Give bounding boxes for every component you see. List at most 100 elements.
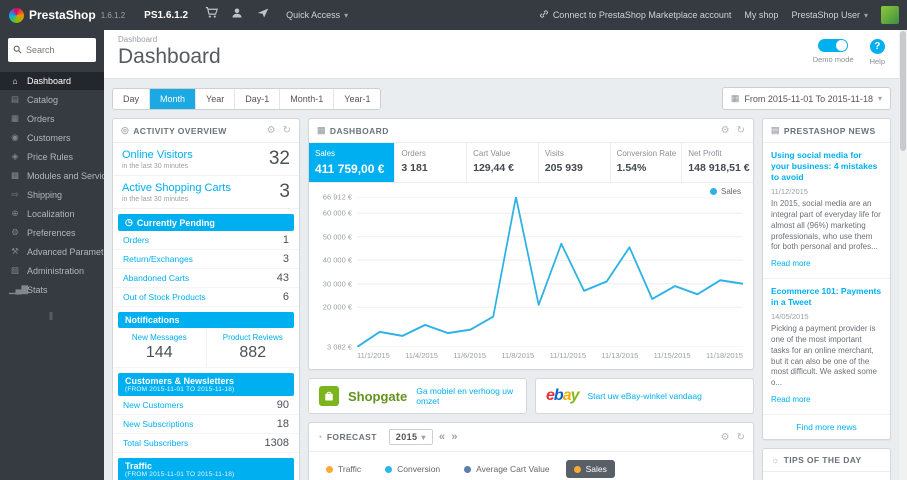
x-tick-label: 11/11/2015 — [549, 351, 586, 360]
logo-text: PrestaShop — [29, 8, 96, 22]
sidebar-item-administration[interactable]: ▨ Administration — [0, 261, 104, 280]
sidebar-item-label: Catalog — [27, 94, 59, 105]
sidebar-item-modules[interactable]: ▩ Modules and Services — [0, 166, 104, 185]
row-link[interactable]: Abandoned Carts — [123, 273, 189, 283]
cart-notifications-button[interactable] — [198, 0, 224, 30]
sidebar-item-dashboard[interactable]: ⌂ Dashboard — [0, 72, 104, 90]
forecast-panel-title-row: ◔ Forecast 2015 ▾ « » — [317, 429, 721, 445]
user-menu[interactable]: PrestaShop User ▾ — [791, 10, 868, 20]
previous-year-button[interactable]: « — [439, 431, 446, 443]
active-carts-sub: in the last 30 minutes — [122, 196, 189, 203]
quick-access-menu[interactable]: Quick Access ▾ — [276, 10, 358, 20]
next-year-button[interactable]: » — [451, 431, 458, 443]
person-icon — [231, 6, 243, 24]
read-more-link[interactable]: Read more — [771, 395, 811, 404]
filter-month-button[interactable]: Month — [150, 88, 197, 109]
message-notifications-button[interactable] — [250, 0, 276, 30]
ebay-link[interactable]: Start uw eBay-winkel vandaag — [588, 391, 702, 401]
product-reviews-link[interactable]: Product Reviews — [211, 333, 296, 342]
truck-icon: ⇨ — [11, 189, 19, 199]
sidebar-item-localization[interactable]: ⊕ Localization — [0, 204, 104, 223]
refresh-icon[interactable]: ↻ — [737, 432, 745, 443]
demo-mode-control: Demo mode — [813, 39, 854, 66]
scrollbar-thumb[interactable] — [900, 31, 906, 151]
panel-title: PrestaShop News — [783, 125, 876, 136]
kpi-value: 148 918,51 € — [688, 162, 750, 174]
kpi-sales[interactable]: Sales 411 759,00 € — [309, 143, 396, 182]
user-avatar[interactable] — [881, 6, 899, 24]
kpi-cart-value[interactable]: Cart Value 129,44 € — [467, 143, 539, 182]
row-link[interactable]: Return/Exchanges — [123, 254, 193, 264]
refresh-icon[interactable]: ↻ — [283, 125, 291, 136]
x-tick-label: 11/6/2015 — [453, 351, 487, 360]
kpi-orders[interactable]: Orders 3 181 — [395, 143, 468, 182]
time-filter-row: Day Month Year Day-1 Month-1 Year-1 ▦ Fr… — [104, 79, 899, 114]
forecast-chip-sales[interactable]: Sales — [565, 460, 615, 478]
kpi-visits[interactable]: Visits 205 939 — [539, 143, 611, 182]
gear-icon[interactable]: ⚙ — [267, 125, 276, 136]
help-icon[interactable]: ? — [869, 39, 885, 54]
help-label: Help — [869, 57, 885, 66]
prestashop-news-panel: ▤ PrestaShop News Using social media for… — [762, 118, 891, 440]
date-range-button[interactable]: ▦ From 2015-11-01 To 2015-11-18 ▾ — [721, 87, 891, 110]
article-title-link[interactable]: Ecommerce 101: Payments in a Tweet — [771, 286, 882, 308]
kpi-label: Orders — [401, 149, 426, 158]
row-link[interactable]: New Customers — [123, 400, 183, 410]
online-visitors-link[interactable]: Online Visitors — [122, 149, 193, 161]
customer-notifications-button[interactable] — [224, 0, 250, 30]
kpi-net-profit[interactable]: Net Profit 148 918,51 € — [682, 143, 753, 182]
kpi-conversion-rate[interactable]: Conversion Rate 1.54% — [611, 143, 683, 182]
customers-row-total-subscribers: Total Subscribers 1308 — [113, 434, 299, 453]
gear-icon[interactable]: ⚙ — [721, 125, 730, 136]
sidebar-item-orders[interactable]: ▦ Orders — [0, 109, 104, 128]
panel-title: Activity overview — [133, 125, 227, 136]
row-link[interactable]: Total Subscribers — [123, 438, 188, 448]
subhead-label: Currently Pending — [136, 217, 215, 228]
sidebar-item-label: Preferences — [27, 227, 76, 238]
shopgate-link[interactable]: Ga mobiel en verhoog uw omzet — [416, 386, 516, 406]
forecast-chip-conversion[interactable]: Conversion — [377, 460, 448, 478]
filter-month-1-button[interactable]: Month-1 — [280, 88, 335, 109]
gear-icon[interactable]: ⚙ — [721, 432, 730, 443]
quick-access-label: Quick Access — [286, 10, 341, 20]
article-title-link[interactable]: Using social media for your business: 4 … — [771, 150, 882, 183]
forecast-chip-average-cart-value[interactable]: Average Cart Value — [456, 460, 557, 478]
filter-year-1-button[interactable]: Year-1 — [334, 88, 381, 109]
newspaper-icon: ▤ — [771, 125, 780, 135]
forecast-chip-traffic[interactable]: Traffic — [318, 460, 369, 478]
filter-year-button[interactable]: Year — [196, 88, 236, 109]
row-link[interactable]: Orders — [123, 235, 149, 245]
kpi-value: 1.54% — [616, 162, 647, 174]
sidebar-item-stats[interactable]: ▁▄▇ Stats — [0, 280, 104, 299]
sidebar-collapse-button[interactable]: ‖ — [0, 299, 104, 335]
sidebar-item-catalog[interactable]: ▤ Catalog — [0, 90, 104, 109]
catalog-icon: ▤ — [10, 94, 20, 104]
demo-mode-toggle[interactable] — [818, 39, 849, 52]
read-more-link[interactable]: Read more — [771, 259, 811, 268]
admin-icon: ▨ — [10, 265, 20, 275]
year-select[interactable]: 2015 ▾ — [388, 429, 433, 445]
sidebar-item-customers[interactable]: ◉ Customers — [0, 128, 104, 147]
demo-mode-label: Demo mode — [812, 55, 854, 64]
sidebar-item-preferences[interactable]: ⚙ Preferences — [0, 223, 104, 242]
my-shop-link[interactable]: My shop — [744, 10, 778, 20]
sales-line-chart — [357, 197, 743, 347]
filter-day-1-button[interactable]: Day-1 — [235, 88, 281, 109]
filter-day-button[interactable]: Day — [113, 88, 151, 109]
ebay-letter: a — [562, 387, 572, 404]
new-messages-link[interactable]: New Messages — [117, 333, 202, 342]
tips-of-the-day-panel: ☼ Tips of the day Geef je Sales in het b… — [762, 448, 891, 480]
prestashop-logo[interactable]: PrestaShop 1.6.1.2 — [0, 0, 134, 30]
active-carts-link[interactable]: Active Shopping Carts — [122, 182, 231, 194]
refresh-icon[interactable]: ↻ — [737, 125, 745, 136]
find-more-news-link[interactable]: Find more news — [763, 415, 890, 439]
sidebar-item-shipping[interactable]: ⇨ Shipping — [0, 185, 104, 204]
sidebar-item-label: Advanced Parameters — [27, 246, 104, 257]
row-link[interactable]: New Subscriptions — [123, 419, 193, 429]
vertical-scrollbar[interactable] — [899, 30, 907, 480]
search-input[interactable] — [26, 45, 91, 55]
sidebar-item-advanced-parameters[interactable]: ⚒ Advanced Parameters — [0, 242, 104, 261]
row-link[interactable]: Out of Stock Products — [123, 292, 206, 302]
marketplace-link[interactable]: Connect to PrestaShop Marketplace accoun… — [539, 9, 731, 21]
sidebar-item-price-rules[interactable]: ◈ Price Rules — [0, 147, 104, 166]
